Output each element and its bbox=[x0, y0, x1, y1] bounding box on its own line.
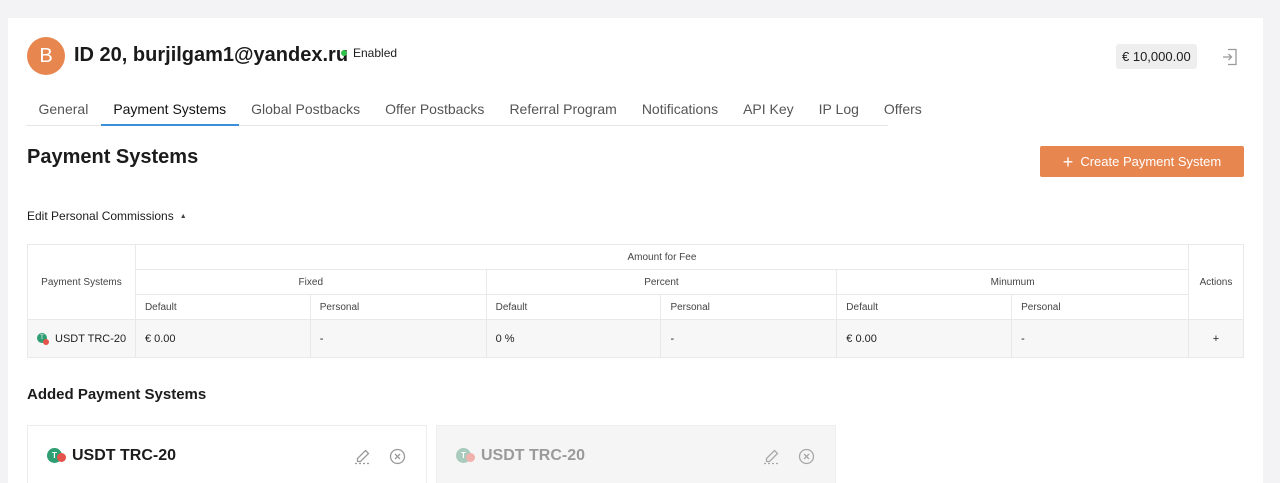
col-percent: Percent bbox=[485, 269, 838, 295]
col-minimum-default: Default bbox=[836, 294, 1013, 320]
create-button-label: Create Payment System bbox=[1080, 154, 1222, 169]
col-payment-systems: Payment Systems bbox=[27, 244, 136, 320]
status-dot-icon bbox=[341, 50, 347, 56]
col-fixed-personal: Personal bbox=[309, 294, 487, 320]
tab-notifications[interactable]: Notifications bbox=[629, 96, 730, 126]
edit-commissions-toggle[interactable]: Edit Personal Commissions ▲ bbox=[27, 209, 187, 223]
page-title: Payment Systems bbox=[27, 146, 199, 168]
table-row: T USDT TRC-20 € 0.00 - 0 % - € 0.00 - + bbox=[27, 319, 1245, 358]
payment-system-card: T USDT TRC-20 bbox=[27, 425, 427, 483]
create-payment-system-button[interactable]: + Create Payment System bbox=[1040, 146, 1244, 177]
usdt-trc20-icon: T bbox=[37, 332, 49, 345]
cell-minimum-personal: - bbox=[1011, 319, 1189, 358]
payment-system-name: USDT TRC-20 bbox=[55, 332, 127, 345]
cell-fixed-personal: - bbox=[309, 319, 487, 358]
usdt-trc20-icon: T bbox=[47, 448, 67, 466]
cell-percent-default: 0 % bbox=[485, 319, 662, 358]
balance-badge: € 10,000.00 bbox=[1116, 44, 1197, 69]
col-fixed-default: Default bbox=[134, 294, 311, 320]
col-minimum: Minumum bbox=[836, 269, 1189, 295]
added-systems-title: Added Payment Systems bbox=[27, 386, 207, 403]
col-percent-personal: Personal bbox=[660, 294, 838, 320]
payment-system-card-name: USDT TRC-20 bbox=[72, 447, 177, 464]
payment-system-card-name: USDT TRC-20 bbox=[481, 447, 586, 464]
user-card: B ID 20, burjilgam1@yandex.ru Enabled € … bbox=[8, 18, 1263, 483]
col-actions: Actions bbox=[1187, 244, 1245, 320]
col-percent-default: Default bbox=[485, 294, 662, 320]
commissions-table: Payment Systems Amount for Fee Actions F… bbox=[27, 244, 1245, 358]
payment-system-card-disabled: T USDT TRC-20 bbox=[436, 425, 836, 483]
tab-ip-log[interactable]: IP Log bbox=[806, 96, 871, 126]
login-as-user-icon[interactable] bbox=[1222, 48, 1238, 66]
tab-bar: General Payment Systems Global Postbacks… bbox=[26, 96, 922, 126]
edit-icon[interactable] bbox=[354, 448, 371, 465]
caret-up-icon: ▲ bbox=[179, 212, 187, 220]
add-commission-button[interactable]: + bbox=[1187, 319, 1245, 358]
disable-icon[interactable] bbox=[389, 448, 406, 465]
tab-global-postbacks[interactable]: Global Postbacks bbox=[239, 96, 373, 126]
tab-referral-program[interactable]: Referral Program bbox=[497, 96, 629, 126]
status-label: Enabled bbox=[353, 46, 398, 60]
cell-percent-personal: - bbox=[660, 319, 838, 358]
col-fixed: Fixed bbox=[134, 269, 487, 295]
cell-payment-system: T USDT TRC-20 bbox=[27, 319, 136, 358]
tab-general[interactable]: General bbox=[26, 96, 101, 126]
col-amount-for-fee: Amount for Fee bbox=[134, 244, 1189, 270]
disable-icon[interactable] bbox=[798, 448, 815, 465]
status-badge: Enabled bbox=[341, 46, 397, 60]
cell-minimum-default: € 0.00 bbox=[836, 319, 1013, 358]
usdt-trc20-icon: T bbox=[456, 448, 476, 466]
tab-payment-systems[interactable]: Payment Systems bbox=[100, 96, 239, 126]
tab-api-key[interactable]: API Key bbox=[731, 96, 807, 126]
avatar: B bbox=[27, 37, 65, 75]
col-minimum-personal: Personal bbox=[1011, 294, 1189, 320]
tab-offer-postbacks[interactable]: Offer Postbacks bbox=[373, 96, 497, 126]
plus-icon: + bbox=[1062, 151, 1074, 172]
user-title: ID 20, burjilgam1@yandex.ru bbox=[74, 44, 349, 66]
edit-icon[interactable] bbox=[763, 448, 780, 465]
edit-commissions-label: Edit Personal Commissions bbox=[27, 209, 174, 223]
cell-fixed-default: € 0.00 bbox=[134, 319, 311, 358]
tab-offers[interactable]: Offers bbox=[871, 96, 934, 126]
